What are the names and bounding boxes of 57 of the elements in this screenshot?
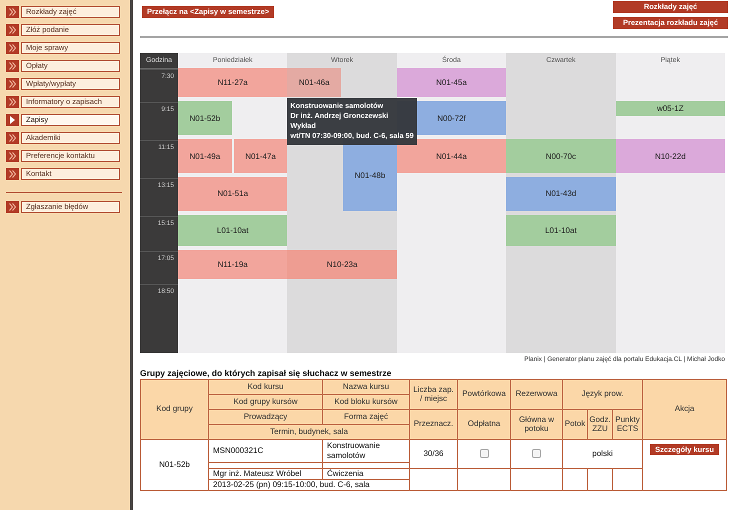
chevron-icon (6, 132, 19, 144)
checkbox[interactable] (480, 449, 488, 458)
chevron-icon (6, 201, 19, 213)
table-cell: Konstruowanie samolotów (322, 440, 410, 462)
column-header: Nazwa kursu (322, 380, 410, 394)
chevron-icon (6, 168, 19, 180)
table-cell: Mgr inż. Mateusz Wróbel (208, 468, 322, 480)
column-header: Kod grupy (140, 380, 208, 440)
chevron-icon (6, 96, 19, 108)
section-title: Grupy zajęciowe, do których zapisał się słuchacz w semestrze (140, 368, 392, 378)
column-header: Akcja (642, 380, 727, 440)
checkbox[interactable] (532, 449, 541, 458)
class-block[interactable]: N01-52b (178, 101, 232, 136)
class-block[interactable]: N01-51a (178, 177, 288, 211)
chevron-icon (6, 114, 19, 126)
chevron-icon (6, 150, 19, 162)
column-header: Liczba zap. / miejsc (410, 380, 458, 410)
class-block[interactable]: N01-46a (287, 68, 342, 98)
column-header: Powtórkowa (458, 380, 510, 410)
class-block[interactable]: w05-1Z (616, 101, 725, 116)
chevron-icon (6, 60, 19, 72)
column-header: Potok (562, 410, 588, 440)
column-header: Termin, budynek, sala (208, 424, 410, 440)
table-cell: 2013-02-25 (pn) 09:15-10:00, bud. C-6, sala (208, 480, 410, 490)
column-header: Kod grupy kursów (208, 394, 322, 410)
table-cell: N01-52b (140, 440, 208, 490)
class-block[interactable]: L01-10at (506, 214, 616, 246)
class-block[interactable]: N01-49a (178, 139, 232, 173)
chevron-icon (6, 42, 19, 54)
table-cell: polski (562, 440, 643, 468)
class-block[interactable]: N11-19a (178, 250, 288, 279)
column-header: Forma zajęć (322, 410, 410, 424)
chevron-icon (6, 6, 19, 18)
class-block[interactable]: L01-10at (178, 214, 288, 246)
class-block[interactable]: N01-47a (234, 139, 288, 173)
table-cell: MSN000321C (208, 440, 322, 462)
column-header: Główna w potoku (510, 410, 562, 440)
column-header: Język prow. (562, 380, 643, 410)
chevron-icon (6, 24, 19, 36)
column-header: Godz. ZZU (588, 410, 612, 440)
class-block[interactable]: N01-44a (396, 139, 506, 173)
class-block[interactable]: N01-43d (506, 177, 616, 211)
table-cell: Ćwiczenia (322, 468, 410, 480)
column-header: Przeznacz. (410, 410, 458, 440)
class-block[interactable]: N01-45a (396, 68, 506, 98)
column-header: Kod kursu (208, 380, 322, 394)
class-block[interactable]: N10-23a (287, 250, 397, 279)
column-header: Punkty ECTS (612, 410, 643, 440)
column-header: Prowadzący (208, 410, 322, 424)
column-header: Kod bloku kursów (322, 394, 410, 410)
column-header: Rezerwowa (510, 380, 562, 410)
class-block[interactable]: N10-22d (616, 139, 725, 173)
table-cell: 30/36 (410, 440, 458, 468)
class-block[interactable]: N00-70c (506, 139, 616, 173)
class-block[interactable]: N11-27a (178, 68, 288, 98)
column-header: Odpłatna (458, 410, 510, 440)
chevron-icon (6, 78, 19, 90)
